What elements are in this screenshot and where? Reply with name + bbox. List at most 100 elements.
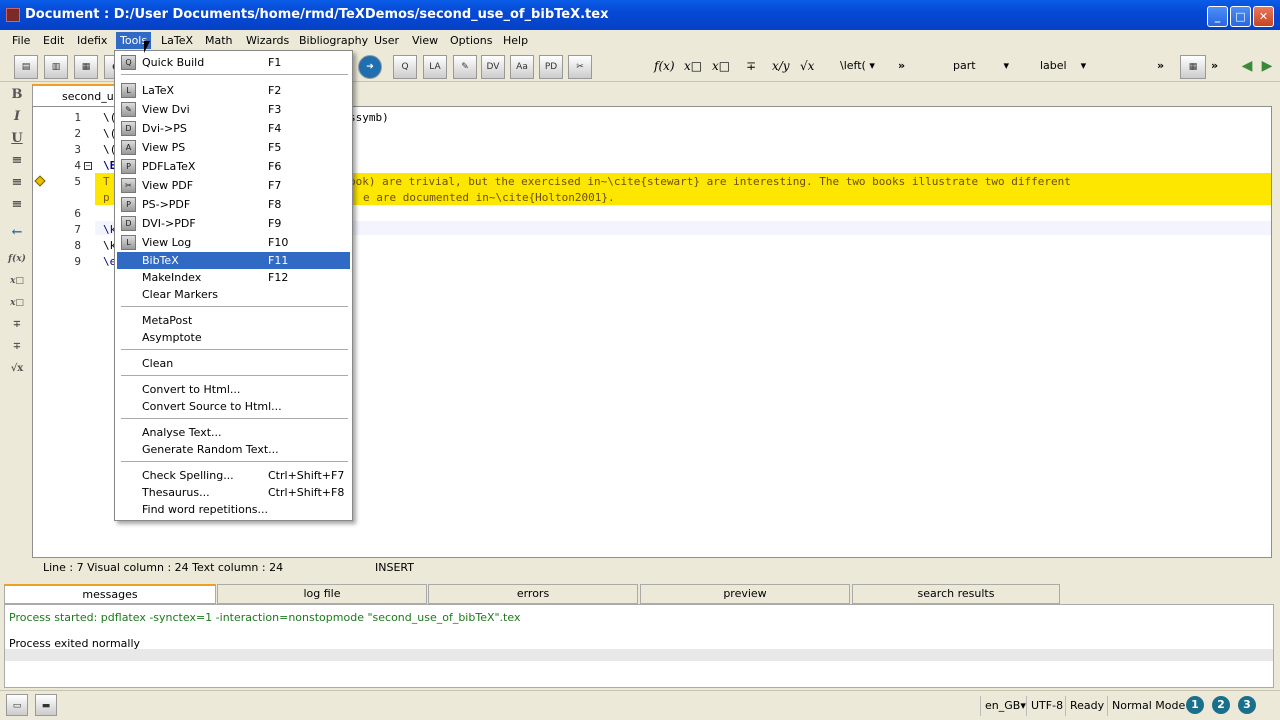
view-1-button[interactable]: 1 (1186, 696, 1204, 714)
menu-help[interactable]: Help (499, 32, 532, 49)
menu-wizards[interactable]: Wizards (242, 32, 293, 49)
line-number: 2 (74, 127, 81, 140)
tab-second-use-of-bibtex[interactable]: second_us (32, 84, 122, 106)
view-dvi-icon[interactable]: ✎ (453, 55, 477, 79)
menu-item-label: Clean (142, 357, 174, 370)
maximize-button[interactable]: □ (1230, 6, 1251, 27)
bold-icon[interactable]: B (7, 86, 27, 104)
menu-item-ps-pdf[interactable]: P PS->PDF F8 (117, 196, 350, 213)
italic-icon[interactable]: I (7, 108, 27, 126)
superscript-side-icon[interactable]: x□ (7, 272, 27, 290)
view-2-button[interactable]: 2 (1212, 696, 1230, 714)
forward-arrow-icon[interactable]: ▶ (1258, 55, 1276, 79)
minus-plus-side-icon[interactable]: ∓ (7, 316, 27, 334)
structure-toggle-icon[interactable]: ▬ (35, 694, 57, 716)
tab-errors[interactable]: errors (428, 584, 638, 604)
table-icon[interactable]: ▦ (1180, 55, 1206, 79)
menu-item-thesaurus[interactable]: Thesaurus... Ctrl+Shift+F8 (117, 484, 350, 501)
menu-item-view-dvi[interactable]: ✎ View Dvi F3 (117, 101, 350, 118)
quick-build-icon[interactable]: Q (393, 55, 417, 79)
menu-options[interactable]: Options (446, 32, 496, 49)
menu-separator (121, 418, 348, 419)
menu-item-random-text[interactable]: Generate Random Text... (117, 441, 350, 458)
menu-file[interactable]: File (8, 32, 34, 49)
subscript-side-icon[interactable]: x□ (7, 294, 27, 312)
pdflatex-icon[interactable]: PD (539, 55, 563, 79)
menu-item-metapost[interactable]: MetaPost (117, 312, 350, 329)
view-pdf-icon[interactable]: ✂ (568, 55, 592, 79)
left-delimiter-combo[interactable]: \left( ▾ (840, 59, 875, 72)
menu-item-clear-markers[interactable]: Clear Markers (117, 286, 350, 303)
back-arrow-icon[interactable]: ◀ (1235, 55, 1259, 79)
menu-item-view-ps[interactable]: A View PS F5 (117, 139, 350, 156)
menu-edit[interactable]: Edit (39, 32, 68, 49)
view-3-button[interactable]: 3 (1238, 696, 1256, 714)
menu-item-asymptote[interactable]: Asymptote (117, 329, 350, 346)
menu-idefix[interactable]: Idefix (73, 32, 111, 49)
encoding-indicator[interactable]: UTF-8 (1026, 696, 1067, 716)
sqrt-icon[interactable]: √x (800, 59, 814, 73)
menu-item-bibtex[interactable]: BibTeX F11 (117, 252, 350, 269)
align-right-icon[interactable]: ≡ (7, 196, 27, 214)
menu-item-view-log[interactable]: L View Log F10 (117, 234, 350, 251)
panel-toggle-icon[interactable]: ▭ (6, 694, 28, 716)
menu-item-check-spelling[interactable]: Check Spelling... Ctrl+Shift+F7 (117, 467, 350, 484)
menu-item-analyse-text[interactable]: Analyse Text... (117, 424, 350, 441)
menu-latex[interactable]: LaTeX (157, 32, 197, 49)
label-combo[interactable]: label ▾ (1040, 59, 1086, 72)
language-indicator[interactable]: en_GB▾ (980, 696, 1030, 716)
function-side-icon[interactable]: f(x) (7, 250, 27, 268)
menu-item-label: Dvi->PS (142, 122, 187, 135)
fold-toggle-icon[interactable]: − (84, 162, 92, 170)
dvi-ps-icon[interactable]: DV (481, 55, 505, 79)
quick-build-icon: Q (121, 55, 136, 70)
tab-search-results[interactable]: search results (852, 584, 1060, 604)
menu-view[interactable]: View (408, 32, 442, 49)
fraction-side-icon[interactable]: ∓ (7, 338, 27, 356)
menu-item-convert-source-html[interactable]: Convert Source to Html... (117, 398, 350, 415)
function-icon[interactable]: f(x) (654, 59, 675, 73)
menu-bar: File Edit Idefix Tools LaTeX Math Wizard… (0, 30, 1280, 50)
minimize-button[interactable]: _ (1207, 6, 1228, 27)
align-center-icon[interactable]: ≡ (7, 174, 27, 192)
underline-icon[interactable]: U (7, 130, 27, 148)
menu-item-convert-html[interactable]: Convert to Html... (117, 381, 350, 398)
menu-bibliography[interactable]: Bibliography (295, 32, 372, 49)
save-file-icon[interactable]: ▦ (74, 55, 98, 79)
open-file-icon[interactable]: ▥ (44, 55, 68, 79)
fraction-icon[interactable]: x/y (772, 59, 790, 73)
menu-item-quick-build[interactable]: Q Quick Build F1 (117, 54, 350, 71)
menu-item-word-repetitions[interactable]: Find word repetitions... (117, 501, 350, 518)
toolbar-more-2[interactable]: » (1157, 59, 1164, 72)
superscript-icon[interactable]: x□ (684, 59, 702, 73)
latex-icon[interactable]: LA (423, 55, 447, 79)
menu-item-view-pdf[interactable]: ✂ View PDF F7 (117, 177, 350, 194)
mode-indicator: Normal Mode (1107, 696, 1189, 716)
subscript-icon[interactable]: x□ (712, 59, 730, 73)
menu-item-dvi-pdf[interactable]: D DVI->PDF F9 (117, 215, 350, 232)
toolbar-more-1[interactable]: » (898, 59, 905, 72)
menu-item-clean[interactable]: Clean (117, 355, 350, 372)
menu-item-dvi-ps[interactable]: D Dvi->PS F4 (117, 120, 350, 137)
menu-item-makeindex[interactable]: MakeIndex F12 (117, 269, 350, 286)
sqrt-side-icon[interactable]: √x (7, 360, 27, 378)
tab-log-file[interactable]: log file (217, 584, 427, 604)
new-file-icon[interactable]: ▤ (14, 55, 38, 79)
code-line-1-tail: ssymb) (349, 111, 389, 124)
part-combo[interactable]: part ▾ (953, 59, 1009, 72)
menu-item-latex[interactable]: L LaTeX F2 (117, 82, 350, 99)
view-ps-icon[interactable]: Aa (510, 55, 534, 79)
toolbar-more-3[interactable]: » (1211, 59, 1218, 72)
minus-plus-icon[interactable]: ∓ (746, 59, 756, 73)
arrow-right-icon[interactable]: ➔ (358, 55, 382, 79)
close-button[interactable]: ✕ (1253, 6, 1274, 27)
tab-preview[interactable]: preview (640, 584, 850, 604)
newline-icon[interactable]: ← (7, 224, 27, 242)
tab-messages[interactable]: messages (4, 584, 216, 604)
tools-menu: Q Quick Build F1 L LaTeX F2 ✎ View Dvi F3 D Dvi… (114, 50, 353, 521)
menu-math[interactable]: Math (201, 32, 237, 49)
menu-item-pdflatex[interactable]: P PDFLaTeX F6 (117, 158, 350, 175)
menu-user[interactable]: User (370, 32, 403, 49)
title-bar: Document : D:/User Documents/home/rmd/Te… (0, 0, 1280, 30)
align-left-icon[interactable]: ≡ (7, 152, 27, 170)
